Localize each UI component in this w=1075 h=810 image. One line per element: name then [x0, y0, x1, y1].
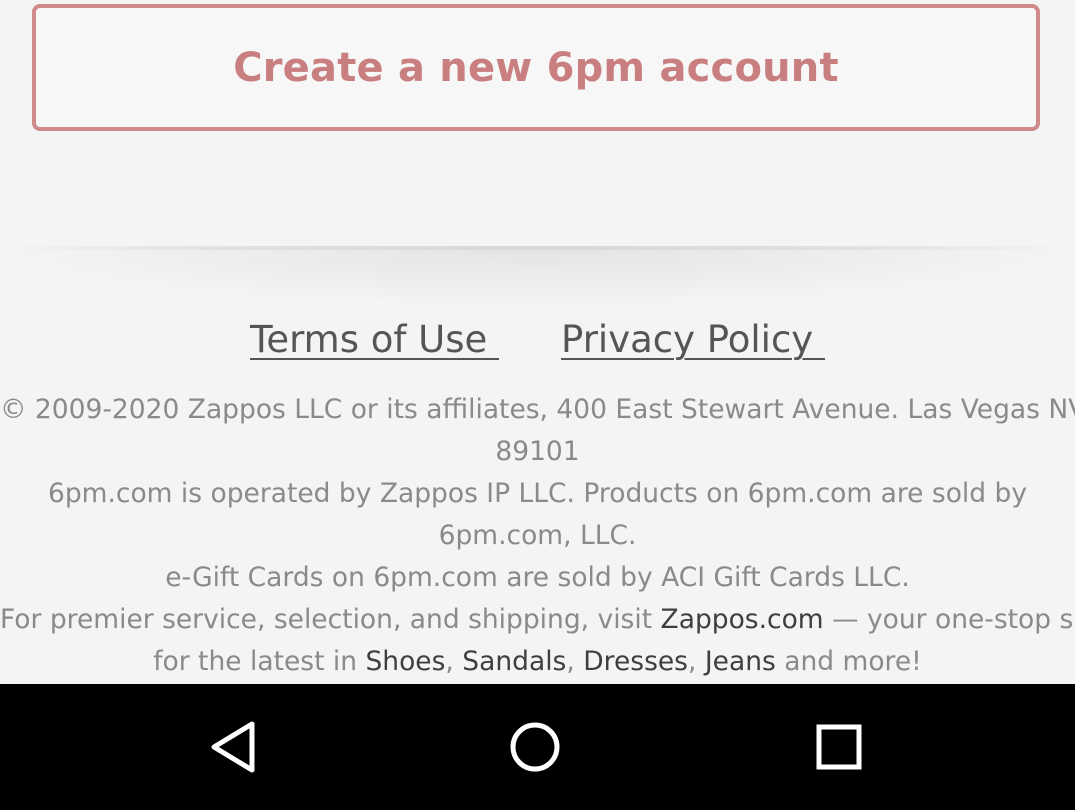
premier-suffix: — your one-stop shop [832, 604, 1075, 635]
jeans-link[interactable]: Jeans [705, 646, 776, 677]
zappos-link[interactable]: Zappos.com [661, 604, 824, 635]
create-account-button[interactable]: Create a new 6pm account [32, 4, 1040, 131]
section-divider-shadow [0, 246, 1075, 326]
recent-apps-icon [816, 724, 862, 770]
operated-by-line: 6pm.com is operated by Zappos IP LLC. Pr… [47, 478, 1028, 509]
separator: , [566, 646, 584, 677]
home-icon [510, 722, 560, 772]
back-button[interactable] [198, 714, 268, 780]
latest-prefix: for the latest in [153, 646, 366, 677]
latest-suffix: and more! [775, 646, 922, 677]
latest-line: for the latest in Shoes, Sandals, Dresse… [0, 641, 1075, 683]
gift-cards-line: e-Gift Cards on 6pm.com are sold by ACI … [165, 562, 910, 593]
shoes-link[interactable]: Shoes [365, 646, 445, 677]
premier-service-line: For premier service, selection, and ship… [0, 599, 1075, 641]
operated-by-line-2: 6pm.com, LLC. [438, 520, 637, 551]
separator: , [445, 646, 463, 677]
copyright-zip: 89101 [495, 436, 580, 467]
dresses-link[interactable]: Dresses [583, 646, 688, 677]
recent-apps-button[interactable] [804, 714, 874, 780]
home-button[interactable] [500, 714, 570, 780]
footer-links: Terms of Use Privacy Policy [0, 318, 1075, 368]
back-icon [211, 721, 255, 773]
account-section: Create a new 6pm account [0, 0, 1075, 250]
page: Create a new 6pm account Terms of Use Pr… [0, 0, 1075, 810]
terms-of-use-link[interactable]: Terms of Use [250, 318, 499, 368]
create-account-label: Create a new 6pm account [233, 44, 839, 91]
separator: , [687, 646, 705, 677]
premier-prefix: For premier service, selection, and ship… [0, 604, 661, 635]
android-navigation-bar [0, 684, 1075, 810]
copyright-line: © 2009-2020 Zappos LLC or its affiliates… [0, 394, 1075, 425]
privacy-policy-link[interactable]: Privacy Policy [561, 318, 825, 368]
footer-legal-text: © 2009-2020 Zappos LLC or its affiliates… [0, 389, 1075, 683]
sandals-link[interactable]: Sandals [462, 646, 566, 677]
